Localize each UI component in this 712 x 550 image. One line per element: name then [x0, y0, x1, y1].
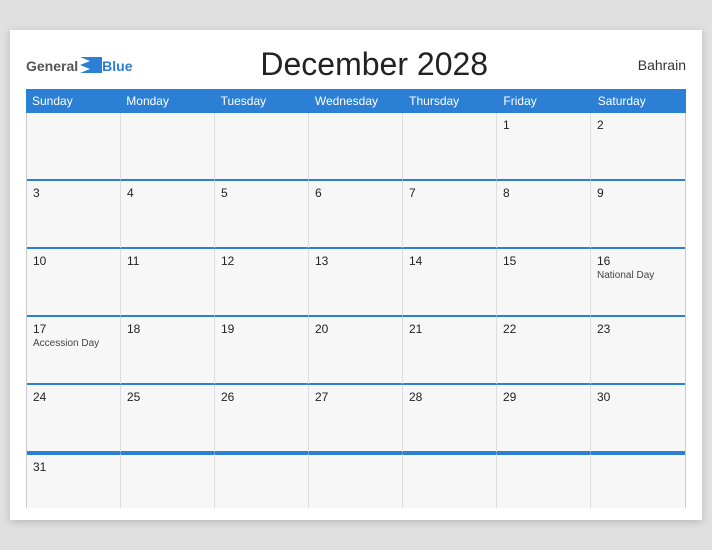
- days-header: Sunday Monday Tuesday Wednesday Thursday…: [26, 89, 686, 113]
- day-cell-26: 26: [215, 385, 309, 453]
- day-number: 23: [597, 322, 679, 336]
- calendar-header: General Blue December 2028 Bahrain: [26, 46, 686, 83]
- day-cell-3: 3: [27, 181, 121, 249]
- day-cell-13: 13: [309, 249, 403, 317]
- day-cell-19: 19: [215, 317, 309, 385]
- month-title: December 2028: [132, 46, 616, 83]
- day-cell-18: 18: [121, 317, 215, 385]
- day-cell-29: 29: [497, 385, 591, 453]
- day-event: National Day: [597, 270, 679, 281]
- calendar: General Blue December 2028 Bahrain Sunda…: [10, 30, 702, 520]
- day-number: 25: [127, 390, 208, 404]
- day-cell-27: 27: [309, 385, 403, 453]
- day-number: 2: [597, 118, 679, 132]
- day-number: 10: [33, 254, 114, 268]
- day-cell-1: 1: [497, 113, 591, 181]
- day-number: 11: [127, 254, 208, 268]
- day-number: 18: [127, 322, 208, 336]
- day-cell-16: 16 National Day: [591, 249, 685, 317]
- calendar-grid: 1 2 3 4 5 6 7 8 9 10 11: [26, 113, 686, 508]
- day-header-friday: Friday: [497, 89, 591, 113]
- day-cell-31: 31: [27, 453, 121, 508]
- day-cell-28: 28: [403, 385, 497, 453]
- day-number: 3: [33, 186, 114, 200]
- day-number: 21: [409, 322, 490, 336]
- day-number: 17: [33, 322, 114, 336]
- day-cell: [309, 113, 403, 181]
- day-cell-empty: [403, 453, 497, 508]
- day-cell-21: 21: [403, 317, 497, 385]
- day-number: 14: [409, 254, 490, 268]
- day-cell-empty: [591, 453, 685, 508]
- day-cell-empty: [121, 453, 215, 508]
- day-number: 30: [597, 390, 679, 404]
- day-cell-17: 17 Accession Day: [27, 317, 121, 385]
- day-cell: [121, 113, 215, 181]
- day-cell-empty: [309, 453, 403, 508]
- day-number: 27: [315, 390, 396, 404]
- day-number: 19: [221, 322, 302, 336]
- day-cell-20: 20: [309, 317, 403, 385]
- day-event: Accession Day: [33, 338, 114, 349]
- day-cell-7: 7: [403, 181, 497, 249]
- day-number: 22: [503, 322, 584, 336]
- logo-flag-icon: [80, 57, 102, 73]
- day-cell-25: 25: [121, 385, 215, 453]
- day-number: 8: [503, 186, 584, 200]
- day-cell: [403, 113, 497, 181]
- day-cell-22: 22: [497, 317, 591, 385]
- day-cell-23: 23: [591, 317, 685, 385]
- day-header-thursday: Thursday: [403, 89, 497, 113]
- logo-general-text: General: [26, 59, 78, 73]
- day-cell-8: 8: [497, 181, 591, 249]
- day-number: 15: [503, 254, 584, 268]
- day-number: 29: [503, 390, 584, 404]
- day-cell-24: 24: [27, 385, 121, 453]
- day-header-tuesday: Tuesday: [215, 89, 309, 113]
- day-number: 16: [597, 254, 679, 268]
- day-cell-11: 11: [121, 249, 215, 317]
- day-cell: [215, 113, 309, 181]
- day-cell-2: 2: [591, 113, 685, 181]
- day-number: 31: [33, 460, 114, 474]
- day-header-saturday: Saturday: [592, 89, 686, 113]
- day-cell-empty: [497, 453, 591, 508]
- day-number: 26: [221, 390, 302, 404]
- day-number: 9: [597, 186, 679, 200]
- day-number: 6: [315, 186, 396, 200]
- day-cell-14: 14: [403, 249, 497, 317]
- day-cell-10: 10: [27, 249, 121, 317]
- day-cell-15: 15: [497, 249, 591, 317]
- day-number: 1: [503, 118, 584, 132]
- day-cell-empty: [215, 453, 309, 508]
- country-label: Bahrain: [616, 57, 686, 73]
- day-cell-12: 12: [215, 249, 309, 317]
- day-header-sunday: Sunday: [26, 89, 120, 113]
- day-cell-9: 9: [591, 181, 685, 249]
- logo: General Blue: [26, 57, 132, 73]
- day-number: 24: [33, 390, 114, 404]
- day-number: 12: [221, 254, 302, 268]
- day-header-wednesday: Wednesday: [309, 89, 403, 113]
- day-cell-4: 4: [121, 181, 215, 249]
- day-number: 20: [315, 322, 396, 336]
- day-number: 28: [409, 390, 490, 404]
- day-cell-6: 6: [309, 181, 403, 249]
- day-cell-30: 30: [591, 385, 685, 453]
- day-number: 13: [315, 254, 396, 268]
- day-number: 4: [127, 186, 208, 200]
- day-number: 5: [221, 186, 302, 200]
- day-header-monday: Monday: [120, 89, 214, 113]
- day-cell-5: 5: [215, 181, 309, 249]
- logo-blue-text: Blue: [102, 59, 132, 73]
- day-number: 7: [409, 186, 490, 200]
- day-cell: [27, 113, 121, 181]
